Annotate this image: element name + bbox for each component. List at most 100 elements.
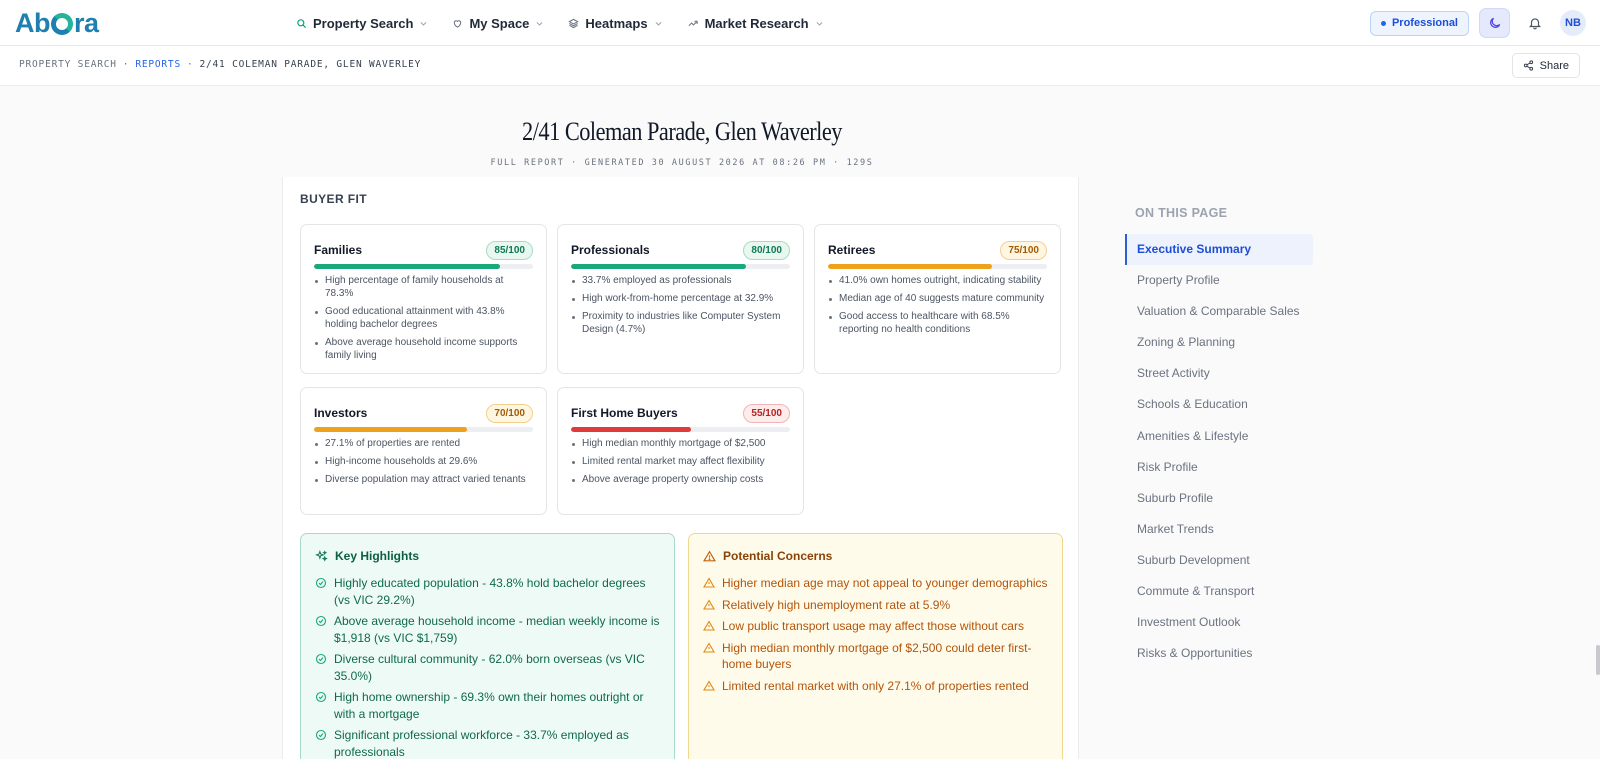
warning-icon — [703, 598, 715, 610]
toc-item-street-activity[interactable]: Street Activity — [1125, 358, 1313, 389]
bell-icon — [1528, 18, 1542, 30]
key-highlights-card: Key Highlights Highly educated populatio… — [300, 533, 675, 759]
chevron-down-icon — [816, 21, 823, 26]
fit-card-name: First Home Buyers — [571, 406, 678, 420]
user-avatar[interactable]: NB — [1560, 10, 1586, 36]
highlight-text: Above average household income - median … — [334, 614, 660, 645]
plan-badge[interactable]: Professional — [1369, 10, 1469, 36]
breadcrumb-current: 2/41 COLEMAN PARADE, GLEN WAVERLEY — [199, 59, 422, 70]
score-badge: 85/100 — [486, 240, 533, 260]
fit-card-points: 27.1% of properties are rented High-inco… — [314, 437, 533, 490]
fit-card-name: Families — [314, 243, 363, 257]
check-circle-icon — [315, 691, 327, 703]
header-tools: Professional NB — [1369, 8, 1586, 38]
toc-item-executive-summary[interactable]: Executive Summary — [1125, 234, 1313, 265]
check-circle-icon — [315, 653, 327, 665]
list-item: 27.1% of properties are rented — [314, 437, 533, 450]
section-title-buyer-fit: BUYER FIT — [300, 192, 367, 206]
layers-icon — [568, 18, 580, 28]
list-item: 41.0% own homes outright, indicating sta… — [828, 274, 1047, 287]
buyer-fit-card-investors: Investors 70/100 27.1% of properties are… — [300, 387, 547, 515]
toc-item-schools[interactable]: Schools & Education — [1125, 389, 1313, 420]
list-item: Above average household income supports … — [314, 336, 533, 362]
check-circle-icon — [315, 577, 327, 589]
main-nav: Property Search My Space Heatmaps Market… — [294, 0, 836, 46]
concern-text: Relatively high unemployment rate at 5.9… — [722, 597, 951, 612]
toc-item-property-profile[interactable]: Property Profile — [1125, 265, 1313, 296]
toc-item-zoning[interactable]: Zoning & Planning — [1125, 327, 1313, 358]
concern-text: Low public transport usage may affect th… — [722, 619, 1024, 633]
breadcrumb-reports[interactable]: REPORTS — [135, 59, 181, 70]
sparkles-icon — [315, 549, 328, 562]
breadcrumb-separator: · — [186, 59, 194, 70]
logo-text-end: ra — [74, 7, 99, 38]
theme-toggle-button[interactable] — [1479, 8, 1510, 38]
score-bar — [571, 264, 790, 269]
highlight-text: Highly educated population - 43.8% hold … — [334, 576, 646, 607]
score-bar-fill — [314, 264, 501, 269]
buyer-fit-card-first-home-buyers: First Home Buyers 55/100 High median mon… — [557, 387, 804, 515]
chevron-down-icon — [655, 21, 662, 26]
plan-label: Professional — [1391, 17, 1458, 29]
score-badge: 55/100 — [743, 403, 790, 423]
toc-item-risks-opportunities[interactable]: Risks & Opportunities — [1125, 638, 1313, 669]
app-logo[interactable]: Ab ra — [15, 6, 99, 40]
scrollbar-thumb[interactable] — [1596, 645, 1600, 675]
nav-property-search[interactable]: Property Search — [294, 0, 440, 46]
top-navbar: Ab ra Property Search My Space Heatmaps M… — [0, 0, 1600, 46]
highlight-text: Significant professional workforce - 33.… — [334, 728, 629, 759]
warning-icon — [703, 641, 715, 653]
score-badge: 70/100 — [486, 403, 533, 423]
toc-item-valuation[interactable]: Valuation & Comparable Sales — [1125, 296, 1313, 327]
chevron-down-icon — [536, 21, 543, 26]
share-button[interactable]: Share — [1511, 53, 1580, 78]
fit-card-points: High percentage of family households at … — [314, 274, 533, 367]
score-bar — [828, 264, 1047, 269]
toc-item-risk-profile[interactable]: Risk Profile — [1125, 452, 1313, 483]
report-subtitle: FULL REPORT · GENERATED 30 AUGUST 2026 A… — [490, 158, 874, 168]
concern-text: Higher median age may not appeal to youn… — [722, 576, 1048, 590]
report-section-card: BUYER FIT Families 85/100 High percentag… — [282, 177, 1079, 759]
list-item: Proximity to industries like Computer Sy… — [571, 310, 790, 336]
score-bar-fill — [314, 427, 468, 432]
list-item: Limited rental market may affect flexibi… — [571, 455, 790, 468]
trending-icon — [688, 20, 698, 26]
fit-card-name: Investors — [314, 406, 368, 420]
nav-label: Property Search — [313, 15, 414, 31]
table-of-contents: Executive Summary Property Profile Valua… — [1125, 234, 1313, 669]
toc-item-market-trends[interactable]: Market Trends — [1125, 514, 1313, 545]
list-item: Highly educated population - 43.8% hold … — [315, 575, 660, 608]
score-bar — [314, 264, 533, 269]
fit-card-header: Retirees 75/100 — [828, 239, 1047, 261]
nav-heatmaps[interactable]: Heatmaps — [556, 0, 674, 46]
fit-card-points: 33.7% employed as professionals High wor… — [571, 274, 790, 341]
list-item: Limited rental market with only 27.1% of… — [703, 678, 1048, 695]
list-item: Above average property ownership costs — [571, 473, 790, 486]
plan-dot — [1380, 20, 1386, 26]
toc-item-suburb-development[interactable]: Suburb Development — [1125, 545, 1313, 576]
notifications-button[interactable] — [1520, 8, 1550, 38]
buyer-fit-card-retirees: Retirees 75/100 41.0% own homes outright… — [814, 224, 1061, 374]
nav-my-space[interactable]: My Space — [440, 0, 556, 46]
logo-o-mark — [51, 13, 73, 35]
buyer-fit-card-professionals: Professionals 80/100 33.7% employed as p… — [557, 224, 804, 374]
list-item: Above average household income - median … — [315, 613, 660, 646]
check-circle-icon — [315, 615, 327, 627]
highlight-text: Diverse cultural community - 62.0% born … — [334, 652, 645, 683]
list-item: High-income households at 29.6% — [314, 455, 533, 468]
nav-market-research[interactable]: Market Research — [675, 0, 836, 46]
score-bar — [314, 427, 533, 432]
toc-item-amenities[interactable]: Amenities & Lifestyle — [1125, 421, 1313, 452]
list-item: Good educational attainment with 43.8% h… — [314, 305, 533, 331]
breadcrumb-property-search[interactable]: PROPERTY SEARCH — [19, 59, 117, 70]
list-item: High median monthly mortgage of $2,500 — [571, 437, 790, 450]
concern-text: High median monthly mortgage of $2,500 c… — [722, 640, 1032, 672]
toc-item-suburb-profile[interactable]: Suburb Profile — [1125, 483, 1313, 514]
potential-concerns-card: Potential Concerns Higher median age may… — [688, 533, 1063, 759]
concern-text: Limited rental market with only 27.1% of… — [722, 678, 1029, 693]
warning-icon — [703, 549, 716, 561]
toc-item-commute[interactable]: Commute & Transport — [1125, 576, 1313, 607]
check-circle-icon — [315, 729, 327, 741]
fit-card-name: Retirees — [828, 243, 876, 257]
toc-item-investment-outlook[interactable]: Investment Outlook — [1125, 607, 1313, 638]
